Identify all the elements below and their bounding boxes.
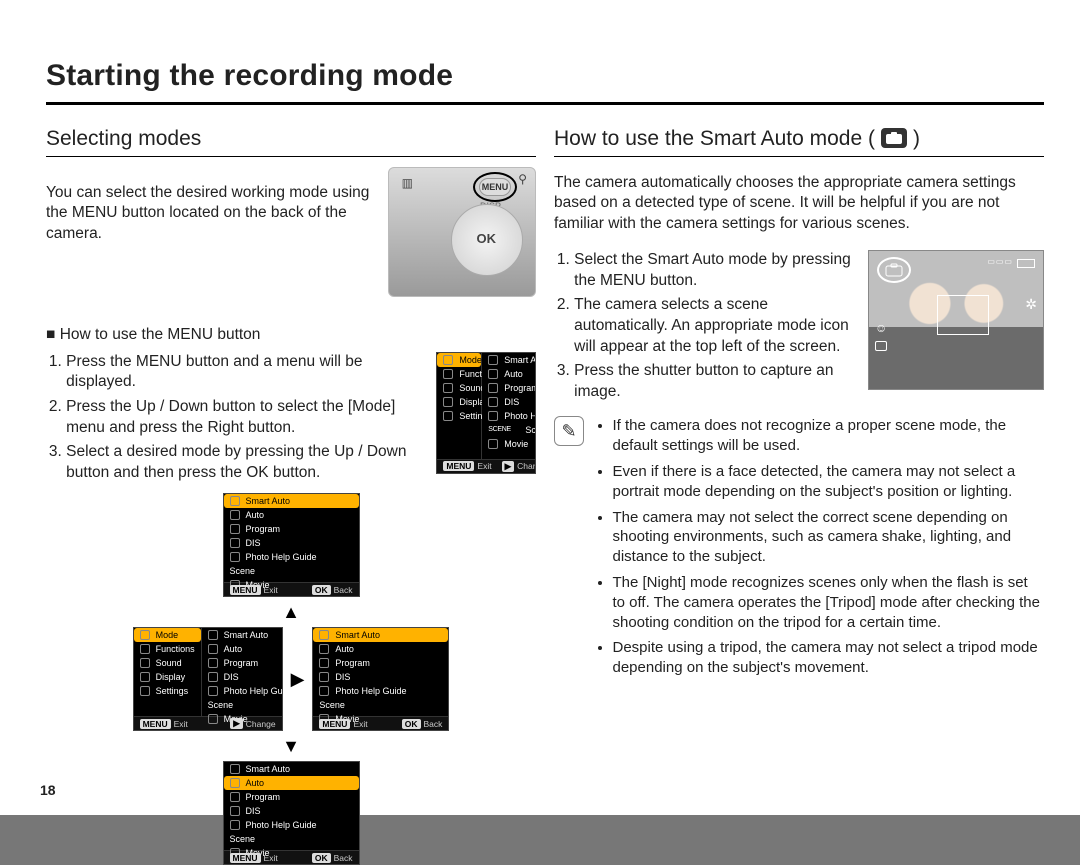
section-heading-text: How to use the Smart Auto mode ( — [554, 125, 875, 153]
menu-left-item: Functions — [437, 367, 481, 381]
notes-callout: ✎ If the camera does not recognize a pro… — [554, 416, 1044, 684]
camera-icon — [443, 355, 453, 365]
display-icon — [443, 397, 453, 407]
magnify-icon: ⚲ — [518, 172, 527, 188]
lcd-menu-main: Mode Functions Sound Display Settings Sm… — [436, 352, 536, 474]
menu-right-item: Smart Auto — [482, 353, 536, 367]
note-item: Despite using a tripod, the camera may n… — [613, 638, 1045, 678]
smart-auto-steps-row: Select the Smart Auto mode by pressing t… — [554, 250, 1044, 406]
program-icon — [488, 383, 498, 393]
snowflake-icon: ✲ — [1025, 295, 1037, 313]
right-column: How to use the Smart Auto mode ( ) The c… — [554, 119, 1044, 865]
movie-icon — [488, 439, 498, 449]
intro-paragraph: You can select the desired working mode … — [46, 183, 372, 245]
ok-button-label: OK — [477, 231, 497, 246]
section-heading-text: Selecting modes — [46, 125, 201, 153]
bullet-square-icon: ■ — [46, 326, 55, 343]
menu-button: MENU — [479, 178, 511, 196]
step-item: Press the Up / Down button to select the… — [66, 397, 420, 438]
manual-page: Starting the recording mode Selecting mo… — [0, 0, 1080, 815]
sound-icon — [443, 383, 453, 393]
battery-icon — [1017, 259, 1035, 268]
steps-row: Press the MENU button and a menu will be… — [46, 352, 536, 488]
step-item: The camera selects a scene automatically… — [574, 295, 852, 357]
menu-flow-cluster: Smart Auto Auto Program DIS Photo Help G… — [46, 493, 536, 865]
note-icon: ✎ — [554, 416, 584, 446]
speaker-icon: ▥ — [402, 176, 413, 192]
menu-right-item: DIS — [482, 395, 536, 409]
camera-back-illustration: ▥ ⚲ MENU DISP OK — [388, 167, 536, 297]
lcd-main-menu-small: Mode Functions Sound Display Settings Sm… — [133, 627, 283, 731]
two-column-layout: Selecting modes You can select the desir… — [46, 119, 1044, 865]
menu-left-item: Settings — [437, 409, 481, 423]
smart-auto-intro: The camera automatically chooses the app… — [554, 173, 1044, 235]
page-number: 18 — [40, 781, 56, 799]
menu-left-item: Sound — [437, 381, 481, 395]
how-to-heading: ■ How to use the MENU button — [46, 325, 536, 345]
functions-icon — [443, 369, 453, 379]
step-item: Select the Smart Auto mode by pressing t… — [574, 250, 852, 291]
notes-list: If the camera does not recognize a prope… — [596, 416, 1044, 684]
menu-right-item: Movie — [482, 437, 536, 451]
smart-auto-highlight-ring — [877, 257, 911, 283]
page-title: Starting the recording mode — [46, 56, 1044, 105]
how-to-heading-text: How to use the MENU button — [60, 326, 261, 343]
arrow-right-icon: ▶ — [291, 670, 305, 688]
lcd-mode-list-smartauto: Smart Auto Auto Program DIS Photo Help G… — [223, 493, 360, 597]
menu-flow-row: Mode Functions Sound Display Settings Sm… — [133, 627, 450, 731]
step-item: Press the MENU button and a menu will be… — [66, 352, 420, 393]
auto-icon — [488, 369, 498, 379]
menu-right-item: Photo Help Guide — [482, 409, 536, 423]
sample-photo-smart-auto: ▭▭▭ ✲ ☺ — [868, 250, 1044, 390]
gear-icon — [443, 411, 453, 421]
arrow-up-icon: ▲ — [282, 603, 300, 621]
step-item: Press the shutter button to capture an i… — [574, 361, 852, 402]
pencil-icon: ✎ — [561, 420, 576, 444]
menu-steps-list: Press the MENU button and a menu will be… — [46, 352, 420, 488]
menu-right-item: Auto — [482, 367, 536, 381]
smart-auto-steps: Select the Smart Auto mode by pressing t… — [554, 250, 852, 406]
note-item: The [Night] mode recognizes scenes only … — [613, 573, 1045, 632]
intro-row: You can select the desired working mode … — [46, 167, 536, 297]
arrow-down-icon: ▼ — [282, 737, 300, 755]
menu-right-item: Program — [482, 381, 536, 395]
menu-left-item: Mode — [437, 353, 481, 367]
step-item: Select a desired mode by pressing the Up… — [66, 442, 420, 483]
note-item: The camera may not select the correct sc… — [613, 508, 1045, 567]
help-icon — [488, 411, 498, 421]
dis-icon — [488, 397, 498, 407]
section-heading-selecting-modes: Selecting modes — [46, 125, 536, 158]
focus-frame-icon — [937, 295, 989, 335]
smart-auto-mode-icon — [881, 128, 907, 148]
face-detect-icon: ☺ — [875, 321, 887, 337]
menu-left-item: Display — [437, 395, 481, 409]
lcd-bottom-bar: MENUExit ▶Change — [437, 459, 535, 473]
paren-close: ) — [913, 125, 920, 153]
resolution-overlay-icon: ▭▭▭ — [987, 257, 1013, 268]
left-column: Selecting modes You can select the desir… — [46, 119, 536, 865]
frame-icon — [875, 341, 887, 351]
menu-right-item: SCENE Scene — [482, 423, 536, 437]
lcd-mode-list-smartauto-2: Smart Auto Auto Program DIS Photo Help G… — [312, 627, 449, 731]
section-heading-smart-auto: How to use the Smart Auto mode ( ) — [554, 125, 1044, 158]
smart-auto-icon — [488, 355, 498, 365]
note-item: Even if there is a face detected, the ca… — [613, 462, 1045, 502]
note-item: If the camera does not recognize a prope… — [613, 416, 1045, 456]
lcd-mode-list-auto: Smart Auto Auto Program DIS Photo Help G… — [223, 761, 360, 865]
